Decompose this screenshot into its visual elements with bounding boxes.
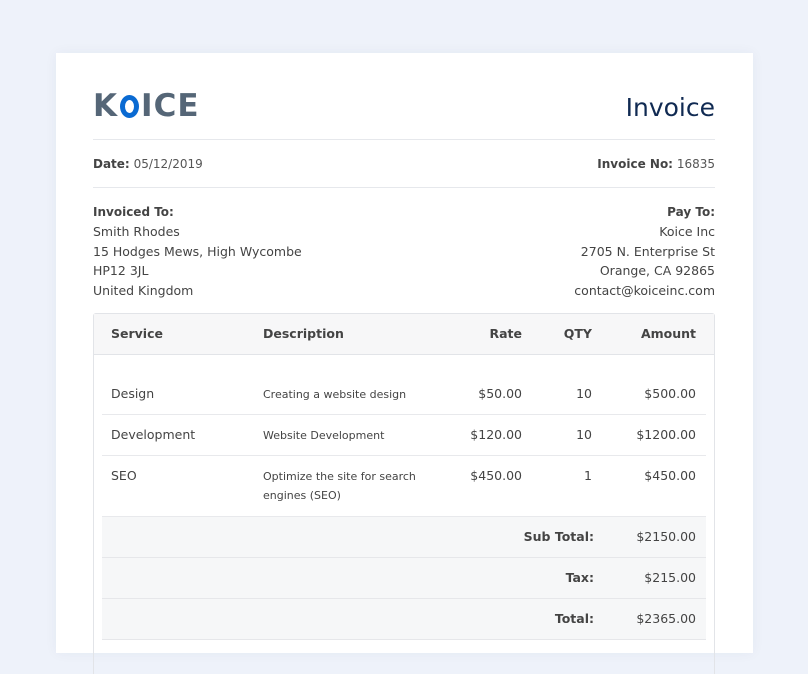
row-description: Optimize the site for search engines (SE… <box>263 470 416 502</box>
tax-row: Tax: $215.00 <box>102 558 706 599</box>
pay-to-company: Koice Inc <box>659 224 715 240</box>
invoice-meta: Date: 05/12/2019 Invoice No: 16835 <box>93 155 715 173</box>
pay-to-heading: Pay To: <box>667 205 715 219</box>
invoiced-to-country: United Kingdom <box>93 282 194 298</box>
column-header-description: Description <box>263 326 344 341</box>
company-logo: K ICE <box>93 89 200 123</box>
page-title: Invoice <box>625 93 715 122</box>
tax-value: $215.00 <box>644 570 696 585</box>
row-amount: $1200.00 <box>636 427 696 442</box>
invoice-number-field: Invoice No: 16835 <box>597 155 715 173</box>
table-row: SEO Optimize the site for search engines… <box>102 456 706 517</box>
meta-divider <box>93 187 715 188</box>
row-qty: 10 <box>576 386 592 401</box>
invoiced-to-name: Smith Rhodes <box>93 224 180 240</box>
invoiced-to-street: 15 Hodges Mews, High Wycombe <box>93 243 302 259</box>
invoice-number-label: Invoice No: <box>597 157 673 171</box>
table-row: Design Creating a website design $50.00 … <box>102 374 706 415</box>
invoice-table: Service Description Rate QTY Amount Desi… <box>93 313 715 674</box>
subtotal-value: $2150.00 <box>636 529 696 544</box>
invoice-content: K ICE Invoice Date: 05/12/2019 Invoice No… <box>93 53 715 674</box>
row-description: Website Development <box>263 429 385 442</box>
logo-o-mark-icon <box>120 95 140 118</box>
column-header-service: Service <box>111 326 163 341</box>
total-label: Total: <box>554 611 594 626</box>
date-field: Date: 05/12/2019 <box>93 157 203 171</box>
invoice-paper: K ICE Invoice Date: 05/12/2019 Invoice No… <box>56 53 753 674</box>
date-label: Date: <box>93 157 130 171</box>
row-rate: $120.00 <box>470 427 522 442</box>
date-value: 05/12/2019 <box>133 157 203 171</box>
table-header: Service Description Rate QTY Amount <box>94 314 714 355</box>
pay-to-city: Orange, CA 92865 <box>599 263 715 279</box>
total-value: $2365.00 <box>636 611 696 626</box>
row-amount: $450.00 <box>644 468 696 483</box>
row-service: Design <box>111 386 155 401</box>
subtotal-row: Sub Total: $2150.00 <box>102 517 706 558</box>
invoiced-to-block: Invoiced To: Smith Rhodes 15 Hodges Mews… <box>93 203 302 300</box>
row-description: Creating a website design <box>263 388 407 401</box>
row-service: Development <box>111 427 196 442</box>
pay-to-email: contact@koiceinc.com <box>574 282 715 298</box>
row-service: SEO <box>111 468 137 483</box>
row-qty: 1 <box>584 468 592 483</box>
tax-label: Tax: <box>565 570 594 585</box>
pay-to-street: 2705 N. Enterprise St <box>580 243 715 259</box>
total-row: Total: $2365.00 <box>102 599 706 640</box>
logo-letter-k: K <box>93 88 119 124</box>
subtotal-label: Sub Total: <box>523 529 594 544</box>
row-rate: $450.00 <box>470 468 522 483</box>
pay-to-block: Pay To: Koice Inc 2705 N. Enterprise St … <box>574 203 715 300</box>
column-header-rate: Rate <box>489 326 522 341</box>
row-qty: 10 <box>576 427 592 442</box>
invoiced-to-postcode: HP12 3JL <box>93 263 149 279</box>
row-rate: $50.00 <box>478 386 522 401</box>
invoiced-to-heading: Invoiced To: <box>93 205 174 219</box>
invoice-number-value: 16835 <box>676 157 715 171</box>
header-divider <box>93 139 715 140</box>
column-header-qty: QTY <box>563 326 592 341</box>
column-header-amount: Amount <box>640 326 696 341</box>
table-row: Development Website Development $120.00 … <box>102 415 706 456</box>
logo-letters-ice: ICE <box>141 88 200 124</box>
row-amount: $500.00 <box>644 386 696 401</box>
